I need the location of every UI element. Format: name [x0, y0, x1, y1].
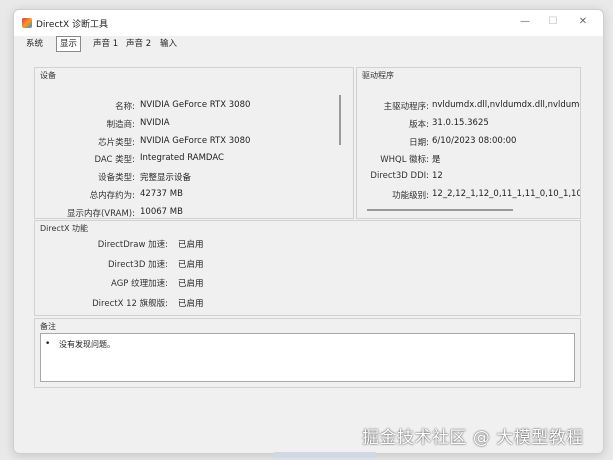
device-manufacturer-value: NVIDIA — [140, 118, 170, 128]
tab-system[interactable]: 系统 — [26, 37, 43, 51]
tab-input[interactable]: 输入 — [160, 37, 177, 51]
device-type-label: 设备类型: — [98, 173, 135, 183]
device-panel-title: 设备 — [40, 71, 56, 80]
direct3d-accel-value: 已启用 — [178, 260, 204, 270]
watermark-text: 掘金技术社区 @ 大模型教程 — [362, 428, 584, 448]
notes-title: 备注 — [40, 322, 56, 331]
tab-display[interactable]: 显示 — [56, 36, 82, 52]
window-title: DirectX 诊断工具 — [36, 20, 108, 30]
taskbar-strip — [273, 452, 377, 458]
driver-date-value: 6/10/2023 08:00:00 — [432, 136, 517, 146]
device-type-value: 完整显示设备 — [140, 173, 192, 183]
device-dac-label: DAC 类型: — [94, 155, 135, 165]
device-manufacturer-label: 制造商: — [106, 120, 135, 130]
driver-scrollbar[interactable] — [367, 209, 513, 211]
driver-ddi-value: 12 — [432, 171, 443, 181]
notes-item: 没有发现问题。 — [59, 340, 115, 349]
driver-whql-value: 是 — [432, 155, 441, 165]
tab-sound-1[interactable]: 声音 1 — [93, 37, 118, 51]
minimize-button[interactable]: — — [511, 13, 539, 31]
driver-date-label: 日期: — [409, 138, 429, 148]
title-bar[interactable]: DirectX 诊断工具 — ☐ ✕ — [14, 10, 603, 36]
maximize-button[interactable]: ☐ — [539, 13, 567, 31]
device-name-label: 名称: — [115, 102, 135, 112]
driver-feature-level-value: 12_2,12_1,12_0,11_1,11_0,10_1,10_0,9_ — [432, 189, 580, 199]
directx12-ultimate-label: DirectX 12 旗舰版: — [92, 299, 168, 309]
close-button[interactable]: ✕ — [569, 13, 597, 31]
driver-main-value: nvldumdx.dll,nvldumdx.dll,nvldumdx.d — [432, 100, 580, 110]
directx-features-title: DirectX 功能 — [40, 224, 88, 233]
device-name-value: NVIDIA GeForce RTX 3080 — [140, 100, 251, 110]
directdraw-accel-value: 已启用 — [178, 240, 204, 250]
driver-panel-title: 驱动程序 — [362, 71, 394, 80]
tab-sound-2[interactable]: 声音 2 — [126, 37, 151, 51]
driver-ddi-label: Direct3D DDI: — [370, 171, 429, 181]
agp-texture-accel-value: 已启用 — [178, 279, 204, 289]
driver-feature-level-label: 功能级别: — [392, 191, 429, 201]
notes-textbox[interactable]: • 没有发现问题。 — [40, 333, 575, 382]
driver-main-label: 主驱动程序: — [383, 102, 429, 112]
device-chip-label: 芯片类型: — [98, 138, 135, 148]
driver-version-label: 版本: — [409, 120, 429, 130]
notes-bullet: • — [45, 339, 51, 349]
directx12-ultimate-value: 已启用 — [178, 299, 204, 309]
device-total-memory-label: 总内存约为: — [89, 191, 135, 201]
device-chip-value: NVIDIA GeForce RTX 3080 — [140, 136, 251, 146]
device-scrollbar[interactable] — [339, 95, 341, 145]
device-total-memory-value: 42737 MB — [140, 189, 183, 199]
driver-version-value: 31.0.15.3625 — [432, 118, 489, 128]
device-vram-value: 10067 MB — [140, 207, 183, 217]
directx-app-icon — [22, 18, 32, 28]
agp-texture-accel-label: AGP 纹理加速: — [111, 279, 168, 289]
driver-whql-label: WHQL 徽标: — [380, 155, 429, 165]
direct3d-accel-label: Direct3D 加速: — [108, 260, 168, 270]
device-dac-value: Integrated RAMDAC — [140, 153, 224, 163]
device-vram-label: 显示内存(VRAM): — [66, 209, 135, 219]
directdraw-accel-label: DirectDraw 加速: — [97, 240, 168, 250]
